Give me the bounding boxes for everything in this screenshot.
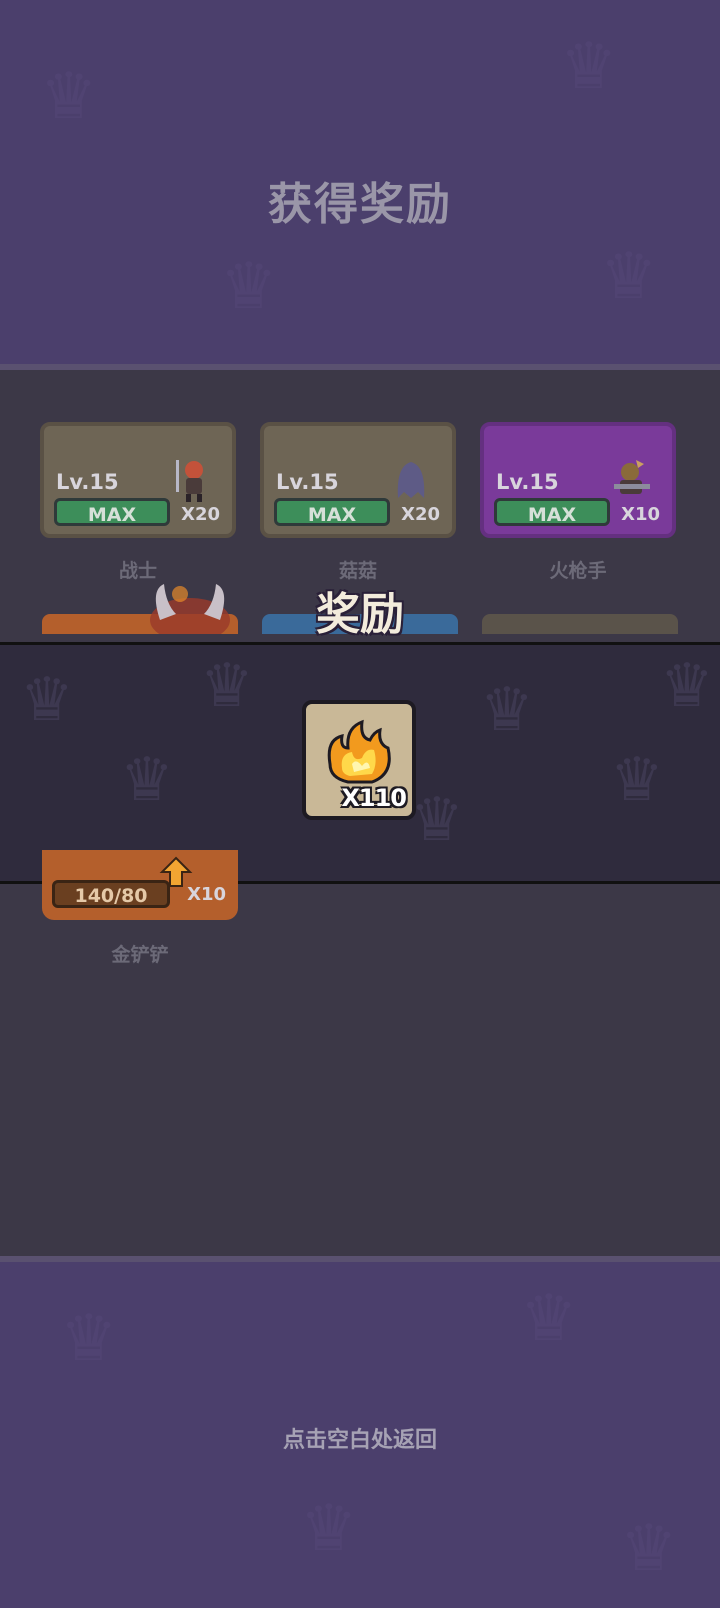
hero-level: Lv.15 <box>276 470 339 494</box>
max-badge: MAX <box>54 498 170 526</box>
hero-card-gunner[interactable]: Lv.15 MAX X10 <box>480 422 676 538</box>
hero-level: Lv.15 <box>56 470 119 494</box>
mushroom-icon <box>397 462 425 498</box>
gunner-icon <box>614 460 650 494</box>
warrior-icon <box>176 460 203 502</box>
shovel-count: X10 <box>187 884 226 905</box>
hero-level: Lv.15 <box>496 470 559 494</box>
hero-count: X10 <box>621 504 660 525</box>
hero-count: X20 <box>401 504 440 525</box>
shovel-name: 金铲铲 <box>111 944 169 966</box>
max-badge: MAX <box>494 498 610 526</box>
hero-count: X20 <box>181 504 220 525</box>
reward-quantity: X110 <box>341 784 407 812</box>
page-title: 获得奖励 <box>268 179 452 230</box>
tap-to-return-hint: 点击空白处返回 <box>282 1428 437 1453</box>
max-badge: MAX <box>274 498 390 526</box>
shovel-progress: 140/80 <box>52 880 170 908</box>
fire-icon <box>327 719 391 784</box>
reward-item[interactable]: X110 <box>302 700 416 820</box>
hero-card-warrior[interactable]: Lv.15 MAX X20 <box>40 422 236 538</box>
reward-title: 奖励 <box>316 589 404 640</box>
hero-card-mushroom[interactable]: Lv.15 MAX X20 <box>260 422 456 538</box>
gold-shovel-card[interactable]: 140/80 X10 <box>42 850 238 920</box>
